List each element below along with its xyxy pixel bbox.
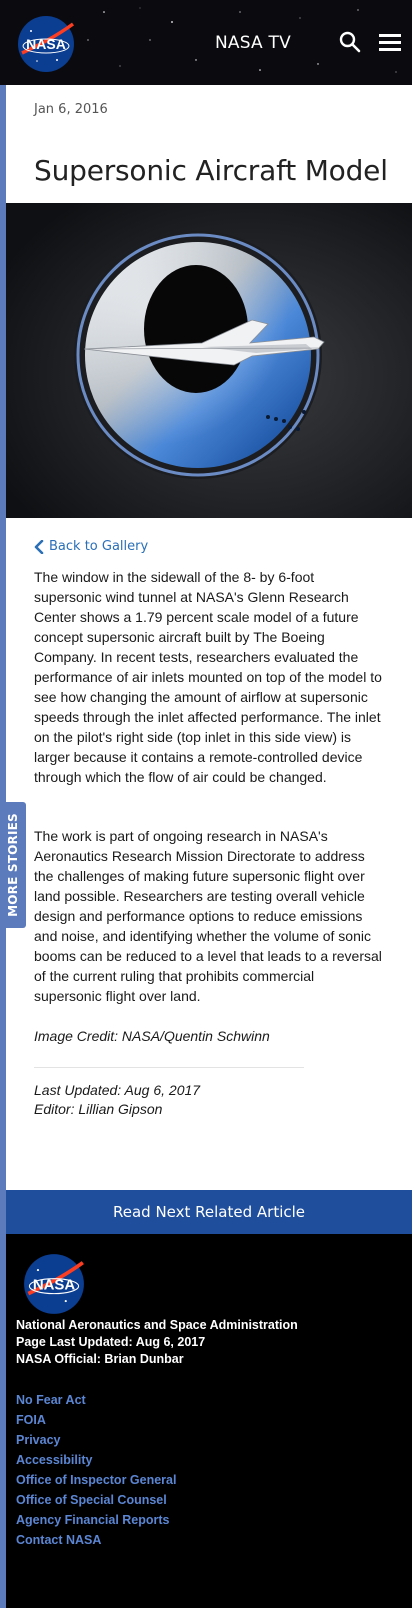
search-button[interactable] xyxy=(339,31,361,53)
article-paragraph-1: The window in the sidewall of the 8- by … xyxy=(34,569,382,785)
article-title: Supersonic Aircraft Model xyxy=(34,154,388,187)
footer-nasa-logo[interactable]: NASA xyxy=(23,1253,85,1315)
logo-wordmark: NASA xyxy=(26,36,66,52)
footer-link-contact-nasa[interactable]: Contact NASA xyxy=(16,1530,176,1550)
menu-icon xyxy=(379,34,401,51)
more-stories-tab[interactable]: MORE STORIES xyxy=(0,802,26,928)
footer-link-financial-reports[interactable]: Agency Financial Reports xyxy=(16,1510,176,1530)
footer-link-foia[interactable]: FOIA xyxy=(16,1410,176,1430)
back-to-gallery-link[interactable]: Back to Gallery xyxy=(34,539,148,554)
article-meta: Last Updated: Aug 6, 2017 Editor: Lillia… xyxy=(34,1081,200,1119)
site-header: NASA NASA TV xyxy=(0,0,412,85)
last-updated: Last Updated: Aug 6, 2017 xyxy=(34,1082,201,1098)
footer-link-inspector-general[interactable]: Office of Inspector General xyxy=(16,1470,176,1490)
footer-agency-info: National Aeronautics and Space Administr… xyxy=(16,1317,298,1368)
nasa-tv-link[interactable]: NASA TV xyxy=(215,33,291,53)
divider xyxy=(34,1067,304,1068)
chevron-left-icon xyxy=(34,539,44,554)
hero-image xyxy=(6,203,412,518)
menu-button[interactable] xyxy=(378,31,402,53)
agency-name: National Aeronautics and Space Administr… xyxy=(16,1318,298,1332)
footer-link-special-counsel[interactable]: Office of Special Counsel xyxy=(16,1490,176,1510)
page-last-updated: Page Last Updated: Aug 6, 2017 xyxy=(16,1335,206,1349)
image-credit: Image Credit: NASA/Quentin Schwinn xyxy=(34,1028,270,1044)
nasa-official: NASA Official: Brian Dunbar xyxy=(16,1352,184,1366)
article-paragraph-2: The work is part of ongoing research in … xyxy=(34,828,382,1004)
footer-link-no-fear-act[interactable]: No Fear Act xyxy=(16,1390,176,1410)
back-to-gallery-label: Back to Gallery xyxy=(49,539,149,554)
footer-logo-wordmark: NASA xyxy=(33,1276,76,1293)
more-stories-label: MORE STORIES xyxy=(6,813,20,917)
footer-link-accessibility[interactable]: Accessibility xyxy=(16,1450,176,1470)
footer-link-privacy[interactable]: Privacy xyxy=(16,1430,176,1450)
nasa-logo[interactable]: NASA xyxy=(17,15,75,73)
article-date: Jan 6, 2016 xyxy=(34,102,108,117)
site-footer: NASA National Aeronautics and Space Admi… xyxy=(6,1234,412,1608)
footer-links: No Fear Act FOIA Privacy Accessibility O… xyxy=(16,1390,176,1550)
editor: Editor: Lillian Gipson xyxy=(34,1101,163,1117)
search-icon xyxy=(339,31,361,53)
read-next-related-article-button[interactable]: Read Next Related Article xyxy=(6,1190,412,1234)
